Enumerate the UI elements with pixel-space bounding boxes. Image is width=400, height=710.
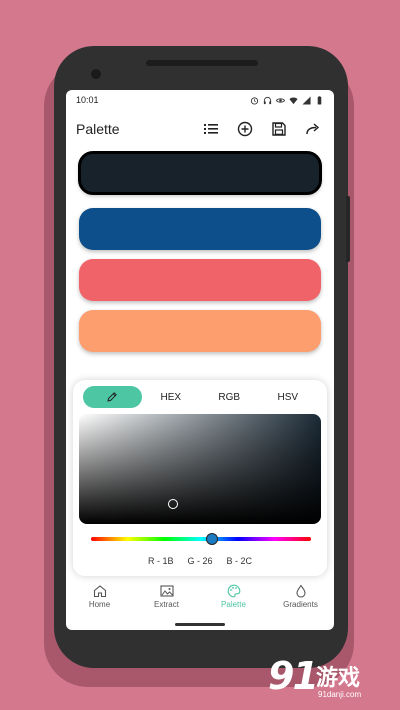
- app-bar: Palette: [66, 116, 334, 142]
- headphones-icon: [263, 96, 272, 104]
- image-icon: [159, 585, 174, 597]
- status-icons: [250, 95, 324, 105]
- color-picker-card: HEX RGB HSV R - 1B G - 26 B - 2C: [73, 380, 327, 576]
- phone-screen: 10:01 Palette HEX RGB HSV R - 1B G - 26 …: [66, 90, 334, 630]
- share-button[interactable]: [302, 118, 324, 140]
- nav-home[interactable]: Home: [66, 584, 133, 620]
- nav-palette[interactable]: Palette: [200, 584, 267, 620]
- earpiece-speaker: [146, 60, 258, 66]
- share-arrow-icon: [306, 123, 320, 135]
- color-swatch-3[interactable]: [79, 259, 321, 301]
- home-indicator: [175, 623, 225, 626]
- nav-gradients-label: Gradients: [283, 600, 318, 609]
- palette-icon: [227, 584, 240, 598]
- watermark-digits: 91: [268, 654, 319, 698]
- green-value: G - 26: [187, 556, 213, 566]
- battery-icon: [317, 95, 322, 105]
- drop-icon: [295, 584, 306, 598]
- watermark-url: 91danji.com: [318, 690, 362, 699]
- picker-tabs: HEX RGB HSV: [83, 386, 317, 408]
- color-swatch-2[interactable]: [79, 208, 321, 250]
- red-value: R - 1B: [147, 556, 174, 566]
- hue-slider-track[interactable]: [91, 537, 311, 541]
- power-button: [346, 196, 350, 262]
- save-button[interactable]: [268, 118, 290, 140]
- list-button[interactable]: [200, 118, 222, 140]
- save-icon: [272, 122, 286, 136]
- nav-extract[interactable]: Extract: [133, 584, 200, 620]
- alarm-icon: [250, 96, 259, 105]
- rgb-readout: R - 1B G - 26 B - 2C: [73, 556, 327, 566]
- nav-palette-label: Palette: [221, 600, 246, 609]
- app-actions: [200, 118, 324, 140]
- bottom-nav: Home Extract Palette Gradients: [66, 584, 334, 620]
- watermark-logo: 91 游戏 91danji.com: [268, 654, 398, 706]
- nav-extract-label: Extract: [154, 600, 179, 609]
- eye-icon: [276, 97, 285, 103]
- home-icon: [93, 585, 106, 598]
- add-circle-icon: [237, 121, 253, 137]
- list-icon: [204, 124, 218, 134]
- nav-gradients[interactable]: Gradients: [267, 584, 334, 620]
- hue-slider-thumb[interactable]: [206, 533, 218, 545]
- watermark-cn-text: 游戏: [316, 666, 361, 691]
- color-swatch-4[interactable]: [79, 310, 321, 352]
- saturation-value-thumb[interactable]: [168, 499, 178, 509]
- nav-home-label: Home: [88, 600, 111, 609]
- tab-rgb[interactable]: RGB: [200, 386, 259, 408]
- status-bar: 10:01: [66, 90, 334, 110]
- saturation-value-area[interactable]: [79, 414, 321, 524]
- page-title: Palette: [76, 121, 120, 137]
- signal-icon: [302, 95, 311, 105]
- tab-hex[interactable]: HEX: [142, 386, 201, 408]
- tab-hsv[interactable]: HSV: [259, 386, 318, 408]
- pencil-icon: [107, 392, 118, 402]
- status-time: 10:01: [76, 95, 99, 105]
- color-swatch-1[interactable]: [78, 151, 322, 195]
- tab-eyedropper[interactable]: [83, 386, 142, 408]
- wifi-icon: [289, 97, 298, 104]
- blue-value: B - 2C: [226, 556, 253, 566]
- front-camera: [91, 69, 101, 79]
- add-color-button[interactable]: [234, 118, 256, 140]
